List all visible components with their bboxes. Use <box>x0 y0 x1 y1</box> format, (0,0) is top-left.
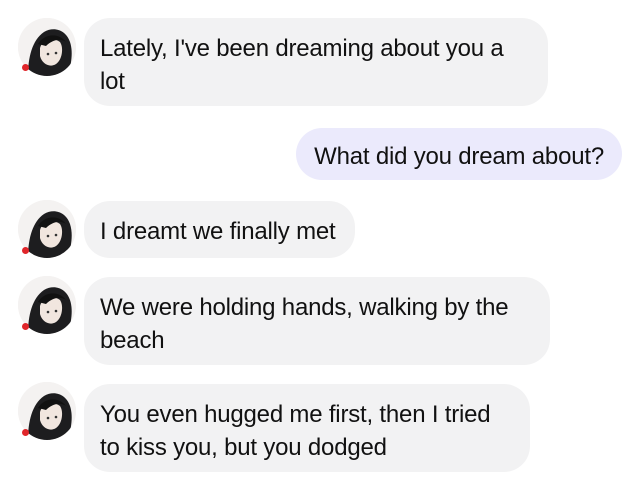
online-status-dot <box>22 323 29 330</box>
message-bubble-incoming[interactable]: Lately, I've been dreaming about you a l… <box>84 18 548 106</box>
message-bubble-incoming[interactable]: You even hugged me first, then I tried t… <box>84 384 530 472</box>
message-text: We were holding hands, walking by the be… <box>100 294 509 354</box>
message-text: I dreamt we finally met <box>100 218 336 245</box>
online-status-dot <box>22 247 29 254</box>
message-bubble-outgoing[interactable]: What did you dream about? <box>296 128 622 180</box>
online-status-dot <box>22 64 29 71</box>
message-text: You even hugged me first, then I tried t… <box>100 401 491 461</box>
online-status-dot <box>22 429 29 436</box>
message-text: What did you dream about? <box>314 143 604 170</box>
message-bubble-incoming[interactable]: We were holding hands, walking by the be… <box>84 277 550 365</box>
message-bubble-incoming[interactable]: I dreamt we finally met <box>84 201 356 258</box>
message-text: Lately, I've been dreaming about you a l… <box>100 35 504 95</box>
